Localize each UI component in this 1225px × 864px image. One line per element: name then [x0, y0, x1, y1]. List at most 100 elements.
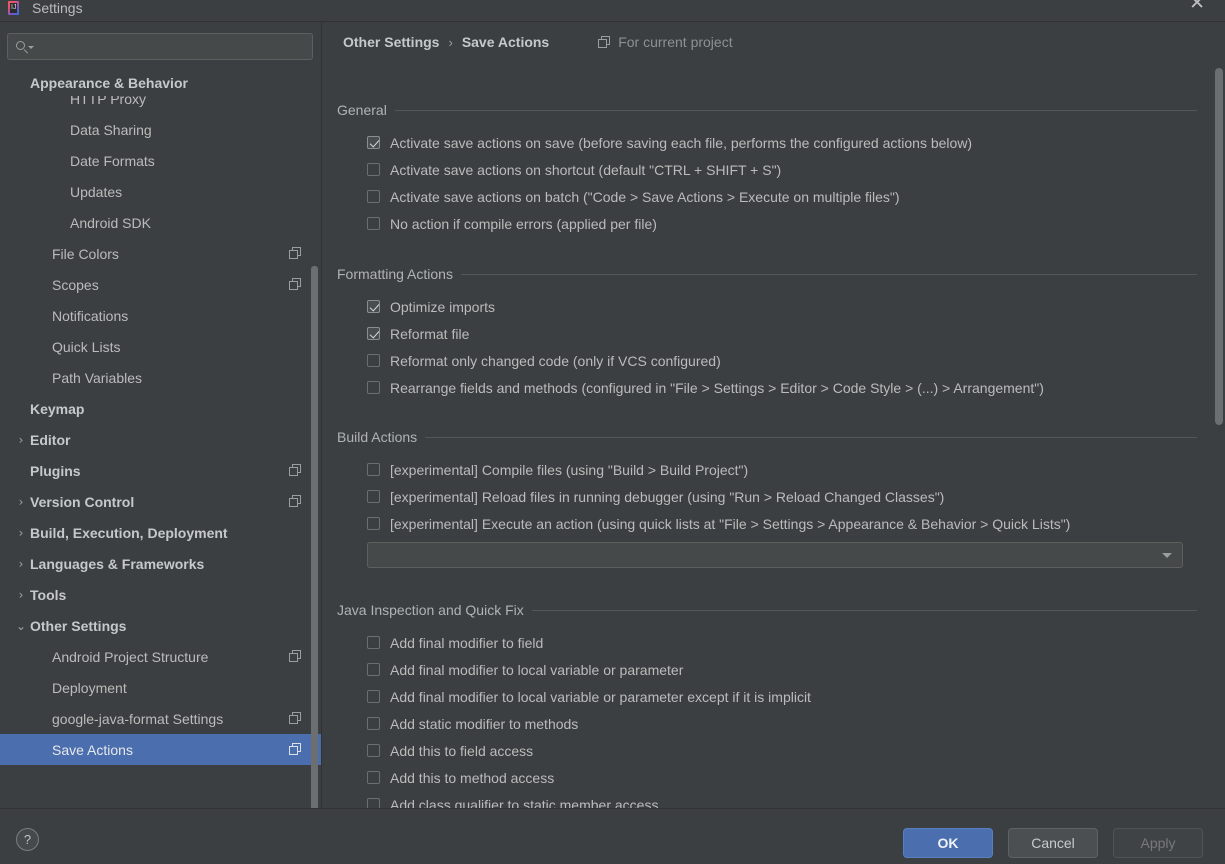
- checkbox-row[interactable]: Reformat file: [337, 320, 1197, 347]
- checkbox-row[interactable]: Rearrange fields and methods (configured…: [337, 374, 1197, 401]
- sidebar-item-notifications[interactable]: Notifications: [0, 300, 321, 331]
- checkbox-row[interactable]: Reformat only changed code (only if VCS …: [337, 347, 1197, 374]
- project-scope-indicator: For current project: [598, 34, 733, 50]
- checkbox-unchecked-icon[interactable]: [367, 190, 380, 203]
- checkbox-row[interactable]: Add final modifier to field: [337, 629, 1197, 656]
- checkbox-row[interactable]: Add static modifier to methods: [337, 710, 1197, 737]
- checkbox-row[interactable]: Add final modifier to local variable or …: [337, 683, 1197, 710]
- checkbox-unchecked-icon[interactable]: [367, 463, 380, 476]
- window-title: Settings: [32, 0, 83, 16]
- checkbox-row[interactable]: Activate save actions on shortcut (defau…: [337, 156, 1197, 183]
- sidebar-item-label: Tools: [30, 586, 67, 603]
- checkbox-unchecked-icon[interactable]: [367, 636, 380, 649]
- sidebar-item-scopes[interactable]: Scopes: [0, 269, 321, 300]
- cancel-button[interactable]: Cancel: [1008, 828, 1098, 858]
- sidebar-item-label: Date Formats: [70, 152, 155, 169]
- project-scope-icon: [289, 247, 302, 260]
- title-bar: IJ Settings ✕: [0, 0, 1225, 22]
- section-header: Java Inspection and Quick Fix: [337, 600, 1197, 620]
- checkbox-checked-icon[interactable]: [367, 136, 380, 149]
- sidebar-scrollbar-track[interactable]: [311, 144, 320, 808]
- sidebar-item-keymap[interactable]: Keymap: [0, 393, 321, 424]
- checkbox-unchecked-icon[interactable]: [367, 717, 380, 730]
- chevron-down-icon[interactable]: ⌄: [14, 610, 28, 641]
- checkbox-row[interactable]: Add this to method access: [337, 764, 1197, 791]
- sidebar-item-quick-lists[interactable]: Quick Lists: [0, 331, 321, 362]
- checkbox-unchecked-icon[interactable]: [367, 690, 380, 703]
- breadcrumb-parent[interactable]: Other Settings: [343, 34, 439, 50]
- checkbox-row[interactable]: Optimize imports: [337, 293, 1197, 320]
- section-title: General: [337, 102, 387, 118]
- checkbox-unchecked-icon[interactable]: [367, 490, 380, 503]
- sidebar-item-data-sharing[interactable]: Data Sharing: [0, 114, 321, 145]
- sidebar-item-languages-frameworks[interactable]: › Languages & Frameworks: [0, 548, 321, 579]
- checkbox-unchecked-icon[interactable]: [367, 744, 380, 757]
- checkbox-label: Add static modifier to methods: [390, 715, 579, 732]
- checkbox-label: Activate save actions on shortcut (defau…: [390, 161, 782, 178]
- checkbox-label: Add this to field access: [390, 742, 534, 759]
- checkbox-unchecked-icon[interactable]: [367, 381, 380, 394]
- close-icon[interactable]: ✕: [1189, 0, 1205, 14]
- chevron-right-icon[interactable]: ›: [14, 548, 28, 579]
- main-scrollbar-thumb[interactable]: [1215, 68, 1223, 425]
- sidebar-item-updates[interactable]: Updates: [0, 176, 321, 207]
- search-box[interactable]: [7, 33, 313, 60]
- checkbox-row[interactable]: No action if compile errors (applied per…: [337, 210, 1197, 237]
- checkbox-unchecked-icon[interactable]: [367, 771, 380, 784]
- checkbox-unchecked-icon[interactable]: [367, 663, 380, 676]
- checkbox-unchecked-icon[interactable]: [367, 163, 380, 176]
- sidebar-item-deployment[interactable]: Deployment: [0, 672, 321, 703]
- checkbox-unchecked-icon[interactable]: [367, 517, 380, 530]
- chevron-right-icon[interactable]: ›: [14, 424, 28, 455]
- checkbox-label: Add final modifier to local variable or …: [390, 688, 811, 705]
- sidebar-item-android-project-structure[interactable]: Android Project Structure: [0, 641, 321, 672]
- checkbox-row[interactable]: Add final modifier to local variable or …: [337, 656, 1197, 683]
- help-button[interactable]: ?: [16, 828, 39, 851]
- chevron-right-icon[interactable]: ›: [14, 517, 28, 548]
- project-scope-label: For current project: [618, 34, 733, 50]
- checkbox-row[interactable]: [experimental] Reload files in running d…: [337, 483, 1197, 510]
- sidebar-item-tools[interactable]: › Tools: [0, 579, 321, 610]
- sidebar-item-build-execution-deployment[interactable]: › Build, Execution, Deployment: [0, 517, 321, 548]
- checkbox-unchecked-icon[interactable]: [367, 354, 380, 367]
- chevron-right-icon[interactable]: ›: [14, 486, 28, 517]
- section-general: General Activate save actions on save (be…: [337, 100, 1197, 237]
- checkbox-unchecked-icon[interactable]: [367, 798, 380, 808]
- checkbox-row[interactable]: Activate save actions on batch ("Code > …: [337, 183, 1197, 210]
- checkbox-row[interactable]: Add class qualifier to static member acc…: [337, 791, 1197, 808]
- sidebar-item-path-variables[interactable]: Path Variables: [0, 362, 321, 393]
- ok-button[interactable]: OK: [903, 828, 993, 858]
- checkbox-row[interactable]: Activate save actions on save (before sa…: [337, 129, 1197, 156]
- search-input[interactable]: [36, 38, 312, 55]
- checkbox-checked-icon[interactable]: [367, 327, 380, 340]
- settings-tree: Passwords HTTP ProxyData SharingDate For…: [0, 70, 321, 808]
- sidebar-item-plugins[interactable]: Plugins: [0, 455, 321, 486]
- checkbox-row[interactable]: Add this to field access: [337, 737, 1197, 764]
- chevron-right-icon[interactable]: ›: [14, 579, 28, 610]
- sidebar-item-file-colors[interactable]: File Colors: [0, 238, 321, 269]
- checkbox-row[interactable]: [experimental] Compile files (using "Bui…: [337, 456, 1197, 483]
- sidebar-item-date-formats[interactable]: Date Formats: [0, 145, 321, 176]
- sidebar-item-version-control[interactable]: › Version Control: [0, 486, 321, 517]
- quick-list-combo-box[interactable]: [367, 542, 1183, 568]
- checkbox-label: No action if compile errors (applied per…: [390, 215, 657, 232]
- project-scope-icon: [289, 464, 302, 477]
- checkbox-row[interactable]: [experimental] Execute an action (using …: [337, 510, 1197, 537]
- sidebar-item-label: Deployment: [52, 679, 127, 696]
- sidebar-section-appearance-behavior[interactable]: Appearance & Behavior: [0, 70, 313, 96]
- settings-sidebar: Appearance & Behavior Passwords HTTP Pro…: [0, 22, 322, 808]
- sidebar-item-editor[interactable]: › Editor: [0, 424, 321, 455]
- checkbox-unchecked-icon[interactable]: [367, 217, 380, 230]
- sidebar-scrollbar-thumb[interactable]: [311, 266, 318, 808]
- chevron-down-icon[interactable]: [1162, 552, 1172, 558]
- sidebar-item-android-sdk[interactable]: Android SDK: [0, 207, 321, 238]
- checkbox-label: Add this to method access: [390, 769, 555, 786]
- sidebar-item-google-java-format-settings[interactable]: google-java-format Settings: [0, 703, 321, 734]
- sidebar-item-other-settings[interactable]: ⌄ Other Settings: [0, 610, 321, 641]
- checkbox-checked-icon[interactable]: [367, 300, 380, 313]
- section-title: Java Inspection and Quick Fix: [337, 602, 524, 618]
- sidebar-item-save-actions[interactable]: Save Actions: [0, 734, 321, 765]
- sidebar-item-label: Plugins: [30, 462, 81, 479]
